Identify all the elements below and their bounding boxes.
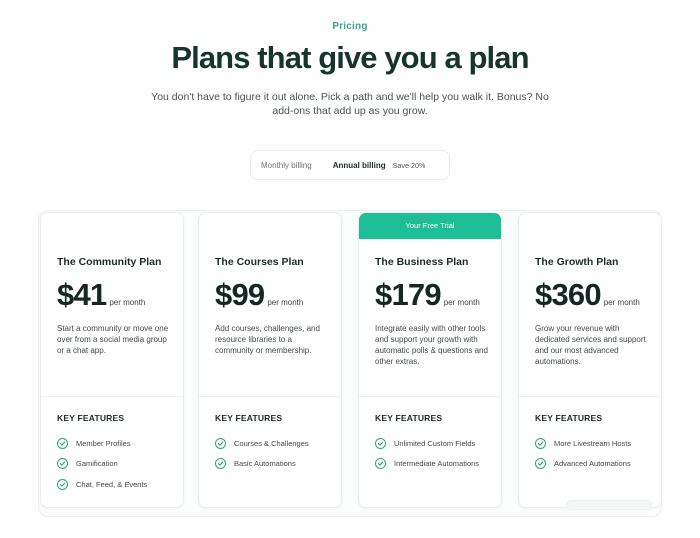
plan-price: $99 <box>215 277 265 312</box>
plan-description: Add courses, challenges, and resource li… <box>215 324 320 355</box>
plan-price: $179 <box>375 277 442 312</box>
plan-card-business[interactable]: Your Free Trial The Business Plan $179 p… <box>358 212 502 508</box>
check-circle-icon <box>215 458 226 470</box>
card-divider <box>199 396 341 397</box>
plan-name: The Growth Plan <box>535 256 619 268</box>
features-heading: KEY FEATURES <box>57 413 125 423</box>
feature-label: More Livestream Hosts <box>554 438 632 448</box>
monthly-billing-option[interactable]: Monthly billing <box>261 161 312 170</box>
card-divider <box>519 396 661 397</box>
page-title: Plans that give you a plan <box>171 40 529 75</box>
feature-label: Basic Automations <box>234 459 296 469</box>
check-circle-icon <box>375 458 386 470</box>
features-heading: KEY FEATURES <box>535 413 603 423</box>
plan-name: The Community Plan <box>57 256 162 268</box>
price-period: per month <box>443 298 480 307</box>
price-row: $99 per month <box>215 277 303 313</box>
billing-toggle[interactable]: Monthly billing Annual billing Save 20% <box>250 150 450 180</box>
card-fade <box>41 489 183 507</box>
features-heading: KEY FEATURES <box>215 413 283 423</box>
page-subtitle: You don't have to figure it out alone. P… <box>151 91 549 117</box>
feature-list: Courses & Challenges Basic Automations <box>215 433 309 474</box>
plan-price: $360 <box>535 277 602 312</box>
feature-list: Member Profiles Gamification Chat, Feed,… <box>57 433 147 495</box>
plan-description: Start a community or move one over from … <box>57 324 169 355</box>
feature-item: Advanced Automations <box>535 454 631 475</box>
feature-label: Member Profiles <box>76 438 131 448</box>
feature-item: Gamification <box>57 454 147 475</box>
plan-description: Grow your revenue with dedicated service… <box>535 324 646 366</box>
save-badge: Save 20% <box>392 160 426 170</box>
scroll-indicator[interactable] <box>566 500 652 510</box>
feature-item: Basic Automations <box>215 454 309 475</box>
check-circle-icon <box>375 437 386 449</box>
feature-item: Member Profiles <box>57 433 147 454</box>
features-heading: KEY FEATURES <box>375 413 443 423</box>
feature-item: More Livestream Hosts <box>535 433 631 454</box>
check-circle-icon <box>57 458 68 470</box>
check-circle-icon <box>535 437 546 449</box>
plan-card-courses[interactable]: The Courses Plan $99 per month Add cours… <box>198 212 342 508</box>
plan-description: Integrate easily with other tools and su… <box>375 324 488 366</box>
price-period: per month <box>267 298 304 307</box>
annual-billing-option[interactable]: Annual billing <box>333 161 386 170</box>
price-row: $41 per month <box>57 277 145 313</box>
plan-price: $41 <box>57 277 107 312</box>
free-trial-banner: Your Free Trial <box>359 213 501 239</box>
price-row: $179 per month <box>375 277 480 313</box>
feature-label: Courses & Challenges <box>234 438 309 448</box>
feature-label: Intermediate Automations <box>394 459 480 469</box>
feature-list: More Livestream Hosts Advanced Automatio… <box>535 433 631 474</box>
plan-name: The Business Plan <box>375 256 469 268</box>
plan-name: The Courses Plan <box>215 256 304 268</box>
check-circle-icon <box>535 458 546 470</box>
section-eyebrow: Pricing <box>332 21 368 32</box>
check-circle-icon <box>215 437 226 449</box>
plan-card-growth[interactable]: The Growth Plan $360 per month Grow your… <box>518 212 662 508</box>
check-circle-icon <box>57 437 68 449</box>
card-divider <box>359 396 501 397</box>
feature-item: Courses & Challenges <box>215 433 309 454</box>
feature-label: Unlimited Custom Fields <box>394 438 476 448</box>
price-period: per month <box>603 298 640 307</box>
feature-item: Intermediate Automations <box>375 454 479 475</box>
price-period: per month <box>109 298 146 307</box>
feature-label: Advanced Automations <box>554 459 631 469</box>
plan-card-community[interactable]: The Community Plan $41 per month Start a… <box>40 212 184 508</box>
feature-label: Gamification <box>76 459 118 469</box>
feature-list: Unlimited Custom Fields Intermediate Aut… <box>375 433 479 474</box>
feature-label: Chat, Feed, & Events <box>76 479 148 489</box>
feature-item: Unlimited Custom Fields <box>375 433 479 454</box>
price-row: $360 per month <box>535 277 640 313</box>
card-divider <box>41 396 183 397</box>
